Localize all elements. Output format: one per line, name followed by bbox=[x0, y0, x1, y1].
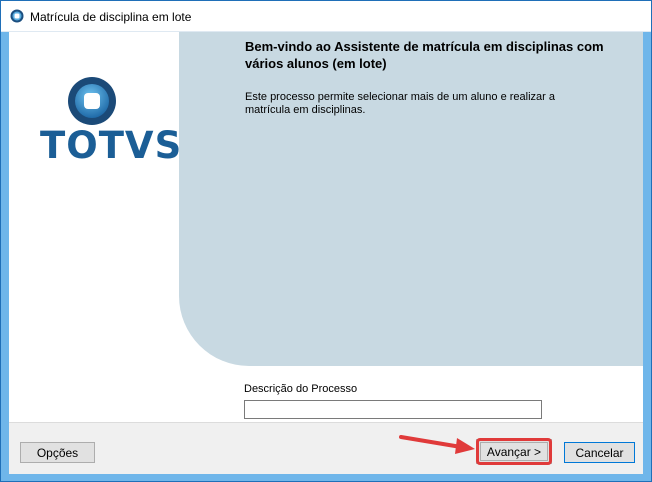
app-icon bbox=[10, 9, 24, 23]
process-description-label: Descrição do Processo bbox=[244, 383, 358, 395]
annotation-highlight bbox=[476, 438, 552, 465]
welcome-description: Este processo permite selecionar mais de… bbox=[245, 91, 555, 116]
logo-area: TOTVS bbox=[9, 32, 183, 422]
process-description-input[interactable] bbox=[244, 400, 542, 419]
wizard-footer: Opções Avançar > Cancelar bbox=[9, 422, 643, 474]
cancel-button[interactable]: Cancelar bbox=[564, 442, 635, 463]
totvs-logo-icon bbox=[68, 77, 116, 125]
window-title: Matrícula de disciplina em lote bbox=[30, 10, 192, 24]
options-button[interactable]: Opções bbox=[20, 442, 95, 463]
wizard-window: Matrícula de disciplina em lote TOTVS Be… bbox=[0, 0, 652, 482]
totvs-logo-text: TOTVS bbox=[40, 124, 183, 167]
wizard-content: TOTVS Bem-vindo ao Assistente de matrícu… bbox=[9, 32, 643, 474]
welcome-title: Bem-vindo ao Assistente de matrícula em … bbox=[245, 39, 604, 71]
annotation-arrow-icon bbox=[399, 435, 475, 454]
title-bar: Matrícula de disciplina em lote bbox=[1, 1, 651, 32]
welcome-panel: Bem-vindo ao Assistente de matrícula em … bbox=[179, 32, 643, 366]
